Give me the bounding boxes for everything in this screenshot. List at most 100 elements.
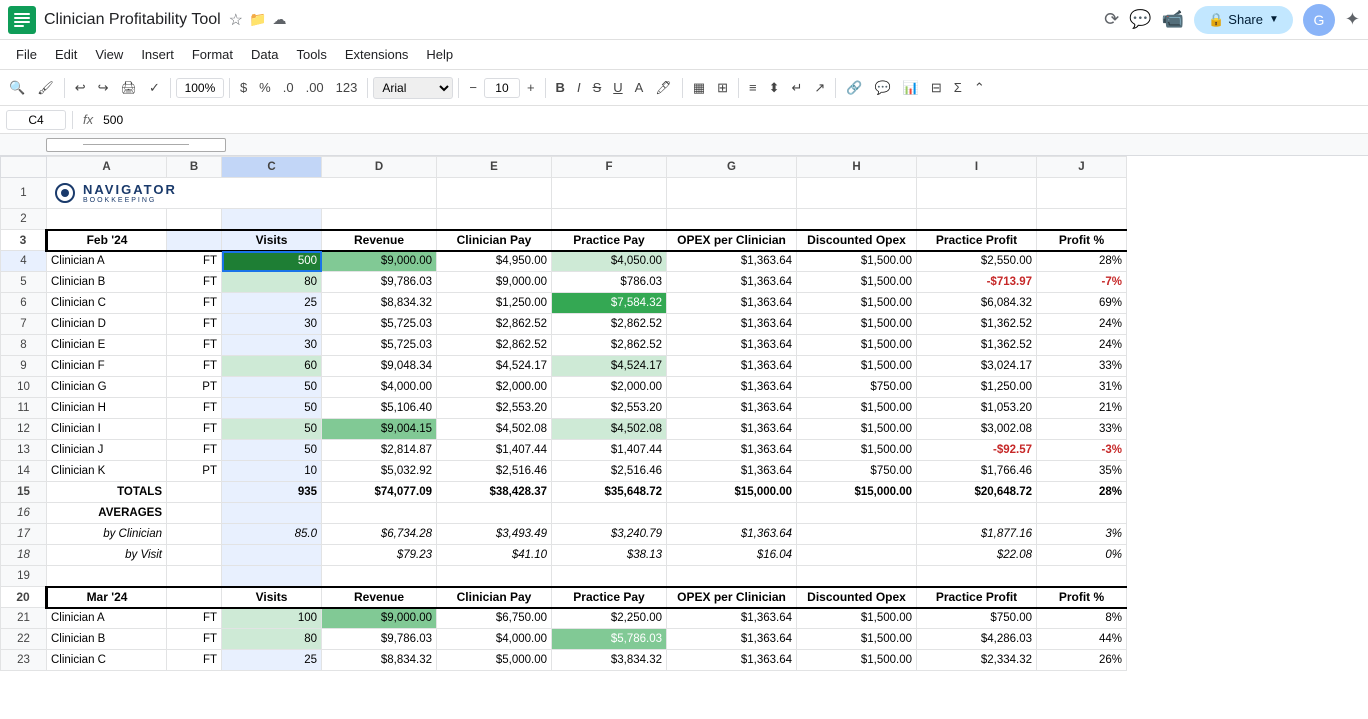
- r9-type[interactable]: FT: [167, 356, 222, 377]
- r13-pracpay[interactable]: $1,407.44: [552, 440, 667, 461]
- r12-name[interactable]: Clinician I: [47, 419, 167, 440]
- percent-button[interactable]: %: [254, 76, 276, 99]
- r11-discopex[interactable]: $1,500.00: [797, 398, 917, 419]
- history-icon[interactable]: ⟳: [1104, 9, 1119, 30]
- r7-pct[interactable]: 24%: [1037, 314, 1127, 335]
- mr2-clinpay[interactable]: $4,000.00: [437, 629, 552, 650]
- r4-discopex[interactable]: $1,500.00: [797, 251, 917, 272]
- text-color-button[interactable]: A: [630, 76, 649, 99]
- mr1-revenue[interactable]: $9,000.00: [322, 608, 437, 629]
- undo-button[interactable]: ↩: [70, 76, 91, 100]
- r12-type[interactable]: FT: [167, 419, 222, 440]
- menu-data[interactable]: Data: [243, 43, 286, 66]
- r14-opex[interactable]: $1,363.64: [667, 461, 797, 482]
- menu-format[interactable]: Format: [184, 43, 241, 66]
- r4-profit[interactable]: $2,550.00: [917, 251, 1037, 272]
- r14-pct[interactable]: 35%: [1037, 461, 1127, 482]
- inc-decimals-button[interactable]: .00: [301, 76, 329, 99]
- r13-clinpay[interactable]: $1,407.44: [437, 440, 552, 461]
- mr1-pracpay[interactable]: $2,250.00: [552, 608, 667, 629]
- mr3-pracpay[interactable]: $3,834.32: [552, 650, 667, 671]
- r14-profit[interactable]: $1,766.46: [917, 461, 1037, 482]
- gemini-icon[interactable]: ✦: [1345, 9, 1360, 30]
- col-header-j[interactable]: J: [1037, 157, 1127, 178]
- chart-button[interactable]: 📊: [898, 76, 924, 100]
- comment-button[interactable]: 💬: [870, 76, 896, 100]
- valign-button[interactable]: ⬍: [764, 76, 785, 100]
- redo-button[interactable]: ↪: [93, 76, 114, 100]
- r5-profit[interactable]: -$713.97: [917, 272, 1037, 293]
- mr1-opex[interactable]: $1,363.64: [667, 608, 797, 629]
- r10-opex[interactable]: $1,363.64: [667, 377, 797, 398]
- r10-clinpay[interactable]: $2,000.00: [437, 377, 552, 398]
- underline-button[interactable]: U: [608, 76, 627, 99]
- font-size-decrease[interactable]: −: [464, 76, 482, 99]
- r6-visits[interactable]: 25: [222, 293, 322, 314]
- r13-revenue[interactable]: $2,814.87: [322, 440, 437, 461]
- mr1-visits[interactable]: 100: [222, 608, 322, 629]
- r14-visits[interactable]: 10: [222, 461, 322, 482]
- r8-discopex[interactable]: $1,500.00: [797, 335, 917, 356]
- link-button[interactable]: 🔗: [841, 76, 867, 100]
- mr3-opex[interactable]: $1,363.64: [667, 650, 797, 671]
- r12-profit[interactable]: $3,002.08: [917, 419, 1037, 440]
- r14-clinpay[interactable]: $2,516.46: [437, 461, 552, 482]
- mr3-clinpay[interactable]: $5,000.00: [437, 650, 552, 671]
- r11-name[interactable]: Clinician H: [47, 398, 167, 419]
- r11-type[interactable]: FT: [167, 398, 222, 419]
- mr2-revenue[interactable]: $9,786.03: [322, 629, 437, 650]
- r8-visits[interactable]: 30: [222, 335, 322, 356]
- mr3-profit[interactable]: $2,334.32: [917, 650, 1037, 671]
- r7-profit[interactable]: $1,362.52: [917, 314, 1037, 335]
- r8-opex[interactable]: $1,363.64: [667, 335, 797, 356]
- mr2-name[interactable]: Clinician B: [47, 629, 167, 650]
- r4-revenue[interactable]: $9,000.00: [322, 251, 437, 272]
- r7-opex[interactable]: $1,363.64: [667, 314, 797, 335]
- mr2-discopex[interactable]: $1,500.00: [797, 629, 917, 650]
- r9-visits[interactable]: 60: [222, 356, 322, 377]
- r6-pct[interactable]: 69%: [1037, 293, 1127, 314]
- bold-button[interactable]: B: [551, 76, 570, 99]
- mr2-profit[interactable]: $4,286.03: [917, 629, 1037, 650]
- menu-help[interactable]: Help: [418, 43, 461, 66]
- r10-pct[interactable]: 31%: [1037, 377, 1127, 398]
- align-button[interactable]: ≡: [744, 76, 762, 99]
- r8-type[interactable]: FT: [167, 335, 222, 356]
- r12-revenue[interactable]: $9,004.15: [322, 419, 437, 440]
- r8-clinpay[interactable]: $2,862.52: [437, 335, 552, 356]
- r13-opex[interactable]: $1,363.64: [667, 440, 797, 461]
- merge-button[interactable]: ⊞: [712, 76, 733, 100]
- r4-clinpay[interactable]: $4,950.00: [437, 251, 552, 272]
- r13-profit[interactable]: -$92.57: [917, 440, 1037, 461]
- r12-clinpay[interactable]: $4,502.08: [437, 419, 552, 440]
- r7-discopex[interactable]: $1,500.00: [797, 314, 917, 335]
- mr1-clinpay[interactable]: $6,750.00: [437, 608, 552, 629]
- r4-pct[interactable]: 28%: [1037, 251, 1127, 272]
- r4-pracpay[interactable]: $4,050.00: [552, 251, 667, 272]
- menu-file[interactable]: File: [8, 43, 45, 66]
- spell-check-button[interactable]: ✓: [144, 76, 165, 100]
- search-button[interactable]: 🔍: [4, 76, 30, 100]
- r7-visits[interactable]: 30: [222, 314, 322, 335]
- r8-revenue[interactable]: $5,725.03: [322, 335, 437, 356]
- r5-pct[interactable]: -7%: [1037, 272, 1127, 293]
- r7-type[interactable]: FT: [167, 314, 222, 335]
- r4-name[interactable]: Clinician A: [47, 251, 167, 272]
- italic-button[interactable]: I: [572, 76, 586, 99]
- mr2-pracpay[interactable]: $5,786.03: [552, 629, 667, 650]
- font-size-input[interactable]: 10: [484, 78, 520, 98]
- r13-pct[interactable]: -3%: [1037, 440, 1127, 461]
- r11-opex[interactable]: $1,363.64: [667, 398, 797, 419]
- mr1-pct[interactable]: 8%: [1037, 608, 1127, 629]
- share-button[interactable]: 🔒 Share ▼: [1194, 6, 1293, 34]
- r10-type[interactable]: PT: [167, 377, 222, 398]
- col-header-b[interactable]: B: [167, 157, 222, 178]
- r9-revenue[interactable]: $9,048.34: [322, 356, 437, 377]
- r13-type[interactable]: FT: [167, 440, 222, 461]
- cell-reference-input[interactable]: [6, 110, 66, 130]
- menu-extensions[interactable]: Extensions: [337, 43, 417, 66]
- mr2-type[interactable]: FT: [167, 629, 222, 650]
- r5-visits[interactable]: 80: [222, 272, 322, 293]
- menu-insert[interactable]: Insert: [133, 43, 182, 66]
- r6-pracpay[interactable]: $7,584.32: [552, 293, 667, 314]
